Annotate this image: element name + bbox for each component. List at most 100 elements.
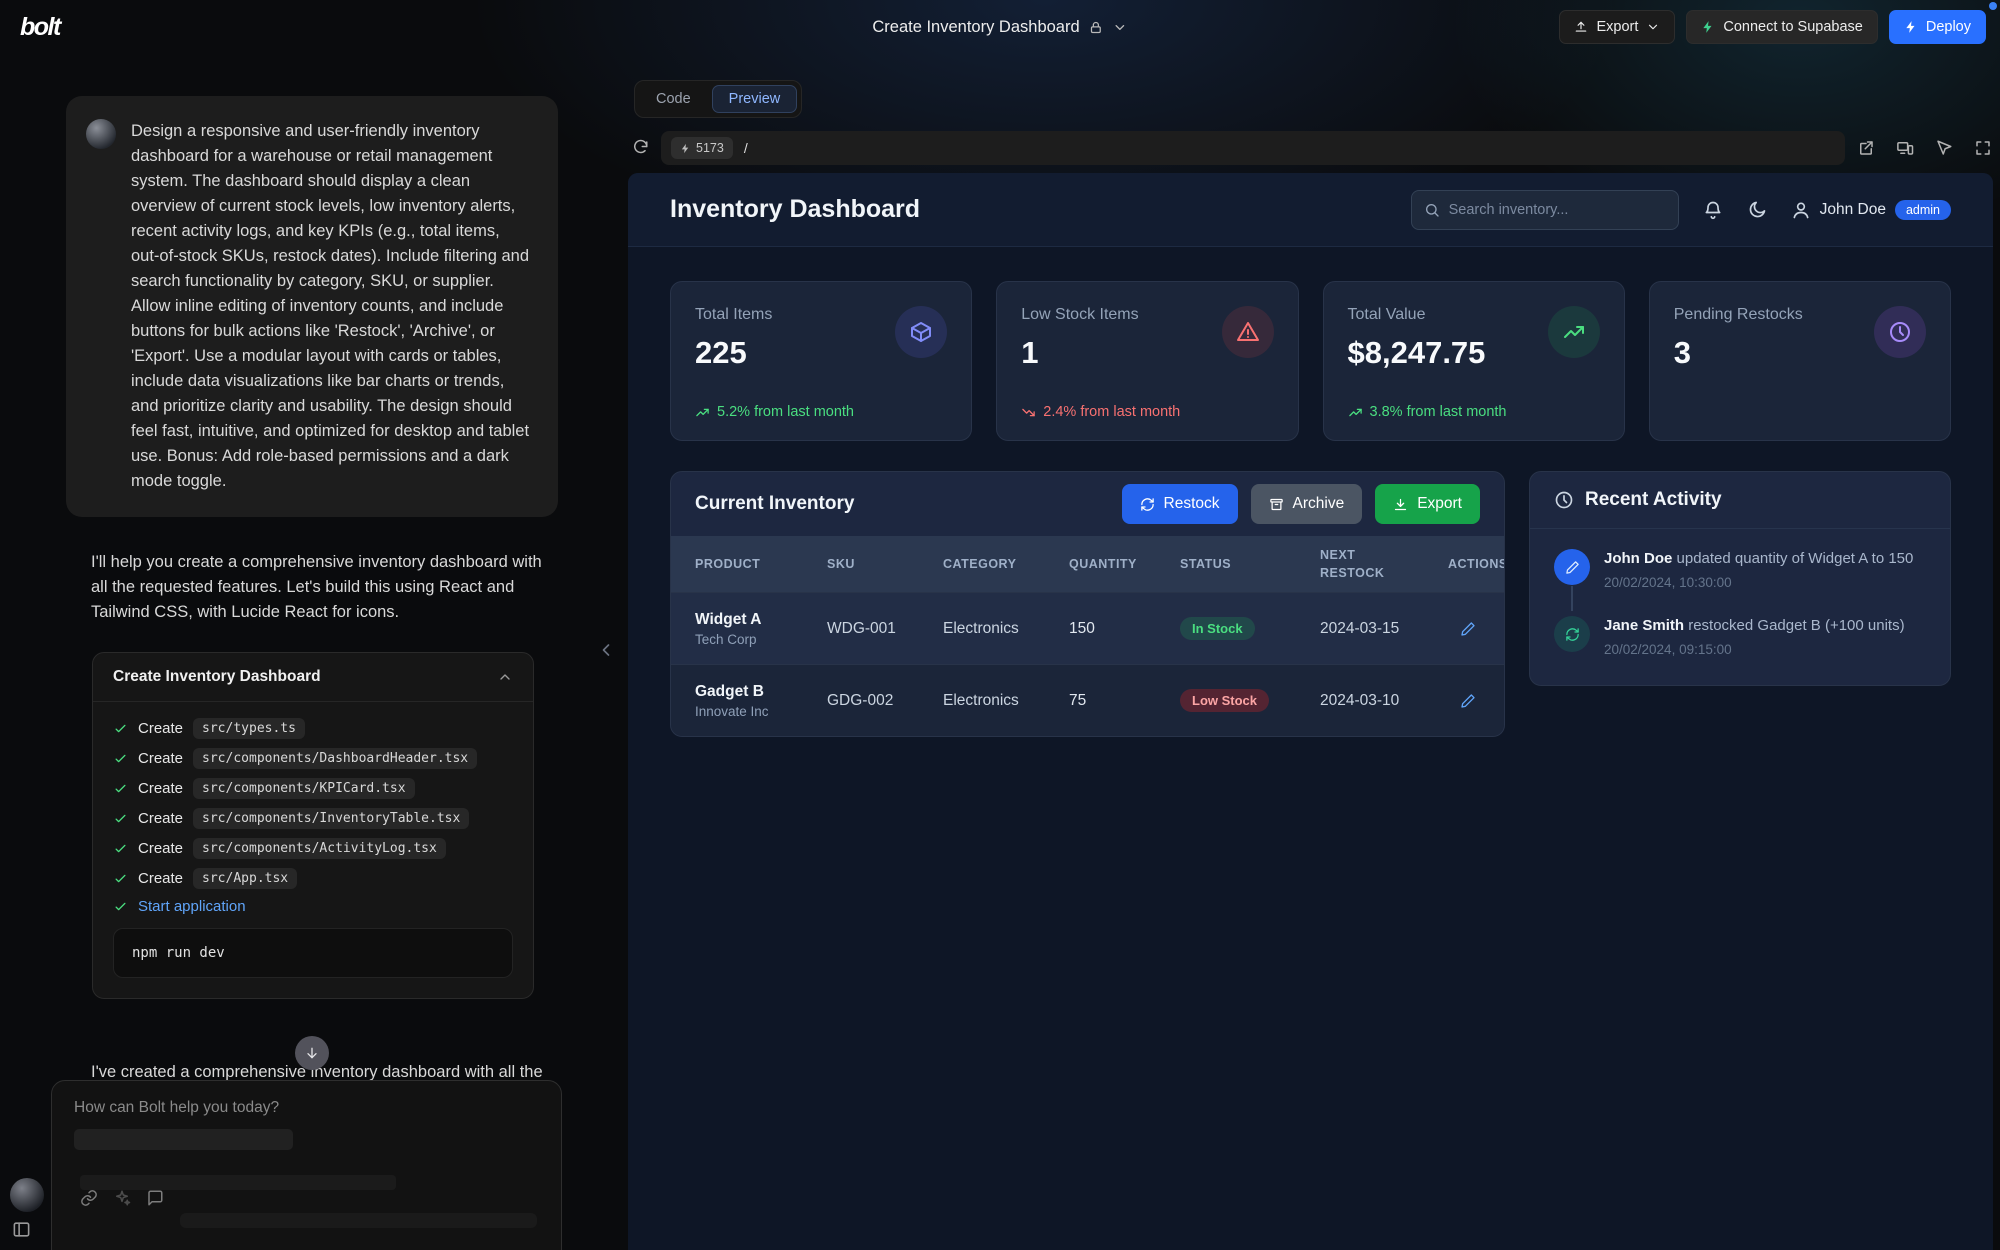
edit-icon[interactable] [1448, 693, 1488, 709]
refresh-icon [1140, 497, 1155, 512]
user-prompt-text: Design a responsive and user-friendly in… [131, 119, 532, 494]
file-chip[interactable]: src/App.tsx [193, 868, 297, 889]
collapse-chat-chevron[interactable] [596, 640, 616, 660]
activity-text: updated quantity of Widget A to 150 [1677, 550, 1914, 567]
export-button[interactable]: Export [1559, 10, 1675, 44]
plan-step: Create src/components/InventoryTable.tsx [113, 808, 513, 829]
bell-icon[interactable] [1703, 200, 1723, 220]
role-badge: admin [1895, 200, 1951, 220]
plan-card-header[interactable]: Create Inventory Dashboard [93, 653, 533, 702]
activity-actor: Jane Smith [1604, 617, 1684, 634]
topbar: bolt Create Inventory Dashboard Export C… [0, 0, 2000, 54]
tab-code[interactable]: Code [639, 85, 708, 113]
plan-title: Create Inventory Dashboard [113, 668, 321, 686]
kpi-trend: 3.8% from last month [1348, 404, 1507, 420]
port-badge: 5173 [671, 137, 733, 159]
project-title-menu[interactable]: Create Inventory Dashboard [872, 18, 1127, 37]
supabase-label: Connect to Supabase [1723, 19, 1862, 35]
product-cell: Widget A Tech Corp [695, 611, 827, 647]
supplier-name: Innovate Inc [695, 704, 827, 719]
fullscreen-icon[interactable] [1974, 139, 1992, 157]
search-input[interactable] [1449, 202, 1666, 218]
start-application-link[interactable]: Start application [138, 898, 246, 915]
inspector-icon[interactable] [1935, 139, 1953, 157]
quantity-cell[interactable]: 75 [1069, 692, 1180, 710]
chat-mode-icon[interactable] [146, 1189, 164, 1207]
restock-button[interactable]: Restock [1122, 484, 1238, 524]
dark-mode-toggle-icon[interactable] [1747, 200, 1767, 220]
kpi-trend: 2.4% from last month [1021, 404, 1180, 420]
kpi-card-total-value: Total Value $8,247.75 3.8% from last mon… [1323, 281, 1625, 441]
file-chip[interactable]: src/types.ts [193, 718, 305, 739]
connect-supabase-button[interactable]: Connect to Supabase [1686, 10, 1877, 44]
chat-input-box[interactable] [51, 1080, 562, 1250]
scroll-to-bottom-button[interactable] [295, 1036, 329, 1070]
edit-activity-icon [1554, 549, 1590, 585]
export-inventory-button[interactable]: Export [1375, 484, 1480, 524]
open-external-icon[interactable] [1857, 139, 1875, 157]
activity-header: Recent Activity [1530, 472, 1950, 529]
deploy-label: Deploy [1926, 19, 1971, 35]
kpi-card-low-stock: Low Stock Items 1 2.4% from last month [996, 281, 1298, 441]
deploy-button[interactable]: Deploy [1889, 10, 1986, 44]
kpi-grid: Total Items 225 5.2% from last month Low… [670, 281, 1951, 441]
file-chip[interactable]: src/components/ActivityLog.tsx [193, 838, 446, 859]
bolt-logo[interactable]: bolt [20, 13, 60, 42]
bulk-actions: Restock Archive Export [1122, 484, 1481, 524]
column-header: NEXT RESTOCK [1320, 546, 1400, 582]
user-menu[interactable]: John Doe admin [1791, 200, 1951, 220]
step-action: Create [138, 840, 183, 857]
user-avatar [86, 119, 116, 149]
attach-link-icon[interactable] [80, 1189, 98, 1207]
package-icon [895, 306, 947, 358]
chevron-down-icon [1646, 20, 1660, 34]
status-cell: In Stock [1180, 617, 1320, 640]
preview-browser-bar: 5173 / [631, 128, 1992, 168]
chevron-up-icon[interactable] [497, 669, 513, 685]
project-title: Create Inventory Dashboard [872, 18, 1079, 37]
notification-dot [1989, 2, 1997, 10]
dashboard-body: Total Items 225 5.2% from last month Low… [628, 247, 1993, 771]
terminal-command: npm run dev [113, 928, 513, 978]
table-row: Widget A Tech Corp WDG-001 Electronics 1… [671, 592, 1504, 664]
tab-preview[interactable]: Preview [712, 85, 798, 113]
column-header: QUANTITY [1069, 557, 1180, 571]
upload-icon [1574, 20, 1588, 34]
step-action: Create [138, 810, 183, 827]
topbar-actions: Export Connect to Supabase Deploy [1559, 10, 1986, 44]
reload-icon[interactable] [631, 139, 649, 157]
activity-item: Jane Smith restocked Gadget B (+100 unit… [1554, 616, 1926, 657]
device-preview-icon[interactable] [1896, 139, 1914, 157]
plan-step-start: Start application [113, 898, 513, 915]
file-chip[interactable]: src/components/DashboardHeader.tsx [193, 748, 477, 769]
file-chip[interactable]: src/components/KPICard.tsx [193, 778, 415, 799]
sku-cell: WDG-001 [827, 620, 943, 638]
port-zap-icon [680, 143, 691, 154]
profile-avatar[interactable] [10, 1178, 44, 1212]
edit-icon[interactable] [1448, 621, 1488, 637]
restock-date-cell: 2024-03-15 [1320, 620, 1448, 638]
file-chip[interactable]: src/components/InventoryTable.tsx [193, 808, 469, 829]
enhance-prompt-icon[interactable] [113, 1189, 131, 1207]
table-row: Gadget B Innovate Inc GDG-002 Electronic… [671, 664, 1504, 736]
product-cell: Gadget B Innovate Inc [695, 683, 827, 719]
chat-input[interactable] [74, 1099, 514, 1127]
status-cell: Low Stock [1180, 689, 1320, 712]
clock-icon [1554, 490, 1574, 510]
quantity-cell[interactable]: 150 [1069, 620, 1180, 638]
activity-actor: John Doe [1604, 550, 1672, 567]
check-icon [113, 899, 128, 914]
archive-button[interactable]: Archive [1251, 484, 1363, 524]
dashboard-header-actions: John Doe admin [1411, 190, 1951, 230]
column-header: PRODUCT [695, 557, 827, 571]
activity-text: restocked Gadget B (+100 units) [1688, 617, 1904, 634]
product-name: Gadget B [695, 683, 827, 701]
url-field[interactable]: 5173 / [661, 131, 1845, 165]
url-path: / [744, 140, 748, 156]
column-header: ACTIONS [1448, 557, 1505, 571]
sidebar-toggle-icon[interactable] [12, 1220, 31, 1239]
kpi-trend-text: 5.2% from last month [717, 404, 854, 420]
content-row: Current Inventory Restock Archive [670, 471, 1951, 737]
step-action: Create [138, 720, 183, 737]
table-header-row: PRODUCT SKU CATEGORY QUANTITY STATUS NEX… [671, 536, 1504, 592]
